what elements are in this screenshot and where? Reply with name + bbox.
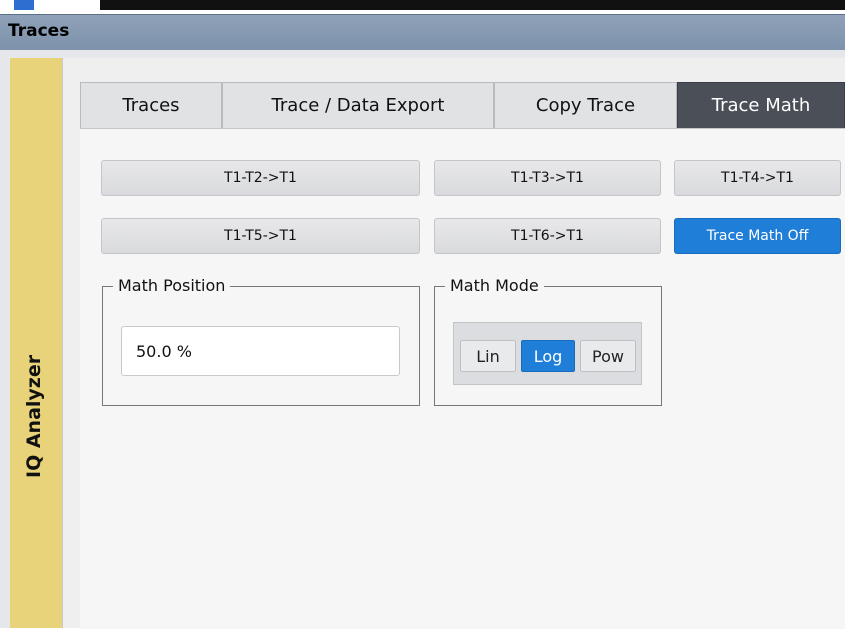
math-position-legend: Math Position (113, 276, 231, 295)
mode-log-button[interactable]: Log (521, 340, 575, 372)
mode-pow-button[interactable]: Pow (580, 340, 636, 372)
t1-t5-button[interactable]: T1-T5->T1 (101, 218, 420, 254)
math-position-input[interactable]: 50.0 % (121, 326, 400, 376)
t1-t2-button[interactable]: T1-T2->T1 (101, 160, 420, 196)
mode-lin-button[interactable]: Lin (460, 340, 516, 372)
t1-t6-button[interactable]: T1-T6->T1 (434, 218, 661, 254)
sidebar-channel-tab[interactable]: IQ Analyzer (10, 58, 62, 628)
math-mode-legend: Math Mode (445, 276, 544, 295)
tab-trace-math[interactable]: Trace Math (677, 82, 845, 128)
top-strip-bar (100, 0, 845, 10)
top-strip-marker (14, 0, 34, 10)
t1-t3-button[interactable]: T1-T3->T1 (434, 160, 661, 196)
trace-math-off-button[interactable]: Trace Math Off (674, 218, 841, 254)
tab-trace-data-export[interactable]: Trace / Data Export (222, 82, 494, 128)
window-title: Traces (8, 21, 70, 41)
tab-traces[interactable]: Traces (80, 82, 222, 128)
sidebar-label-text: IQ Analyzer (23, 354, 45, 478)
tab-copy-trace[interactable]: Copy Trace (494, 82, 677, 128)
title-bar: Traces (0, 14, 845, 51)
top-strip (0, 0, 845, 14)
t1-t4-button[interactable]: T1-T4->T1 (674, 160, 841, 196)
